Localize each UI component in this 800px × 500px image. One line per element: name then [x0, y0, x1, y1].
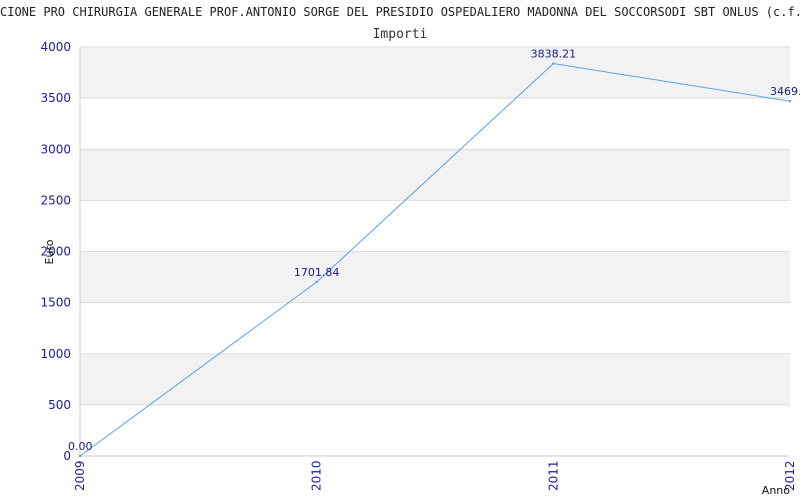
y-tick-label: 4000 — [40, 40, 71, 54]
data-label: 0.00 — [68, 440, 93, 453]
y-tick-label: 3000 — [40, 142, 71, 156]
data-point — [78, 454, 82, 458]
y-tick-label: 1000 — [40, 347, 71, 361]
x-tick-label: 2010 — [310, 460, 324, 491]
grid-band — [80, 98, 790, 150]
y-axis-title: Euro — [43, 239, 56, 264]
data-point — [552, 62, 555, 65]
data-point — [315, 280, 318, 284]
x-tick-label: 2009 — [73, 460, 87, 491]
data-point — [788, 100, 792, 103]
data-label: 1701.84 — [294, 266, 340, 279]
chart-subtitle: Importi — [373, 27, 428, 42]
x-tick-label: 2011 — [546, 460, 560, 491]
x-axis-title: Anno — [762, 484, 790, 497]
y-tick-label: 2500 — [40, 193, 71, 207]
chart-title: CIONE PRO CHIRURGIA GENERALE PROF.ANTONI… — [0, 5, 800, 19]
plot-area: 050010001500200025003000350040002009 2010… — [40, 40, 800, 491]
y-tick-label: 1500 — [40, 296, 71, 310]
grid-band — [80, 302, 790, 354]
y-tick-label: 500 — [48, 398, 71, 412]
grid-band — [80, 149, 790, 201]
y-tick-label: 3500 — [40, 91, 71, 105]
grid-band — [80, 200, 790, 252]
line-chart: CIONE PRO CHIRURGIA GENERALE PROF.ANTONI… — [0, 5, 800, 497]
grid-band — [80, 353, 790, 405]
grid-band — [80, 47, 790, 99]
data-label: 3838.21 — [531, 48, 577, 61]
grid-band — [80, 404, 790, 456]
grid-band — [80, 251, 790, 303]
data-label: 3469.7 — [770, 85, 800, 98]
